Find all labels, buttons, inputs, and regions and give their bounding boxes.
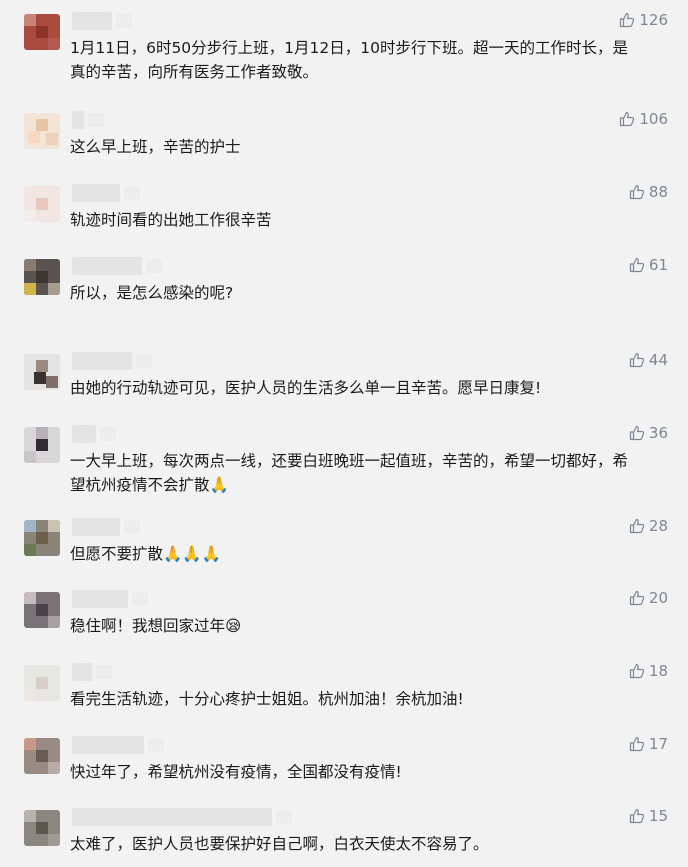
comment-text: 1月11日，6时50分步行上班，1月12日，10时步行下班。超一天的工作时长，是… bbox=[70, 39, 628, 81]
like-button[interactable]: 88 bbox=[629, 183, 668, 201]
avatar[interactable] bbox=[24, 738, 60, 774]
thumbs-up-icon bbox=[629, 808, 645, 824]
comment-text: 但愿不要扩散🙏🙏🙏 bbox=[70, 545, 221, 563]
username-blurred[interactable] bbox=[72, 518, 140, 536]
comment-text: 由她的行动轨迹可见，医护人员的生活多么单一且辛苦。愿早日康复! bbox=[70, 379, 542, 397]
thumbs-up-icon bbox=[629, 736, 645, 752]
avatar[interactable] bbox=[24, 810, 60, 846]
thumbs-up-icon bbox=[629, 590, 645, 606]
username-blurred[interactable] bbox=[72, 663, 112, 681]
username-blurred[interactable] bbox=[72, 425, 116, 443]
username-blurred[interactable] bbox=[72, 257, 162, 275]
thumbs-up-icon bbox=[629, 518, 645, 534]
comment-text: 轨迹时间看的出她工作很辛苦 bbox=[70, 211, 272, 229]
username-blurred[interactable] bbox=[72, 808, 292, 826]
like-button[interactable]: 18 bbox=[629, 662, 668, 680]
like-count: 44 bbox=[648, 351, 668, 369]
username-blurred[interactable] bbox=[72, 12, 132, 30]
comment-text: 所以，是怎么感染的呢? bbox=[70, 284, 234, 302]
comment-text: 看完生活轨迹，十分心疼护士姐姐。杭州加油！余杭加油! bbox=[70, 690, 464, 708]
username-blurred[interactable] bbox=[72, 184, 140, 202]
comment-text: 快过年了，希望杭州没有疫情，全国都没有疫情! bbox=[70, 763, 402, 781]
thumbs-up-icon bbox=[629, 425, 645, 441]
thumbs-up-icon bbox=[629, 257, 645, 273]
username-blurred[interactable] bbox=[72, 111, 104, 129]
like-button[interactable]: 15 bbox=[629, 807, 668, 825]
comment-text: 稳住啊！我想回家过年😪 bbox=[70, 617, 242, 635]
avatar[interactable] bbox=[24, 665, 60, 701]
thumbs-up-icon bbox=[629, 352, 645, 368]
like-button[interactable]: 126 bbox=[619, 11, 668, 29]
like-button[interactable]: 61 bbox=[629, 256, 668, 274]
avatar[interactable] bbox=[24, 14, 60, 50]
avatar[interactable] bbox=[24, 113, 60, 149]
like-count: 17 bbox=[648, 735, 668, 753]
thumbs-up-icon bbox=[620, 111, 635, 127]
like-count: 36 bbox=[648, 424, 668, 442]
like-count: 18 bbox=[648, 662, 668, 680]
avatar[interactable] bbox=[24, 592, 60, 628]
username-blurred[interactable] bbox=[72, 352, 152, 370]
thumbs-up-icon bbox=[620, 12, 635, 28]
like-button[interactable]: 20 bbox=[629, 589, 668, 607]
thumbs-up-icon bbox=[629, 184, 645, 200]
comment-text: 这么早上班，辛苦的护士 bbox=[70, 138, 241, 156]
like-count: 106 bbox=[639, 110, 668, 128]
like-count: 20 bbox=[648, 589, 668, 607]
thumbs-up-icon bbox=[629, 663, 645, 679]
like-count: 15 bbox=[648, 807, 668, 825]
avatar[interactable] bbox=[24, 354, 60, 390]
avatar[interactable] bbox=[24, 259, 60, 295]
like-button[interactable]: 36 bbox=[629, 424, 668, 442]
like-count: 88 bbox=[648, 183, 668, 201]
username-blurred[interactable] bbox=[72, 590, 148, 608]
like-count: 28 bbox=[648, 517, 668, 535]
avatar[interactable] bbox=[24, 427, 60, 463]
like-button[interactable]: 106 bbox=[619, 110, 668, 128]
like-button[interactable]: 28 bbox=[629, 517, 668, 535]
avatar[interactable] bbox=[24, 520, 60, 556]
username-blurred[interactable] bbox=[72, 736, 164, 754]
like-count: 126 bbox=[639, 11, 668, 29]
comment-text: 一大早上班，每次两点一线，还要白班晚班一起值班，辛苦的，希望一切都好，希 望杭州… bbox=[70, 452, 629, 494]
like-button[interactable]: 17 bbox=[629, 735, 668, 753]
comment-text: 太难了，医护人员也要保护好自己啊，白衣天使太不容易了。 bbox=[70, 835, 489, 853]
like-count: 61 bbox=[648, 256, 668, 274]
like-button[interactable]: 44 bbox=[629, 351, 668, 369]
avatar[interactable] bbox=[24, 186, 60, 222]
